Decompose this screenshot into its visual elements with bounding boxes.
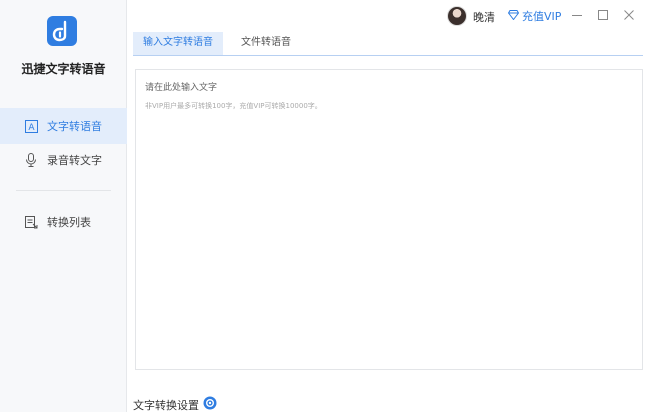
user-name[interactable]: 晚清 <box>473 9 495 25</box>
vip-label: 充值VIP <box>522 10 562 23</box>
conversion-settings-button[interactable]: 文字转换设置 <box>133 396 217 412</box>
tab-text-to-speech[interactable]: 输入文字转语音 <box>133 32 223 55</box>
settings-label: 文字转换设置 <box>133 398 199 412</box>
title-bar: 晚清 充值VIP <box>127 0 645 32</box>
app-logo-icon <box>47 16 77 46</box>
close-icon <box>623 6 635 25</box>
text-a-icon: A <box>24 119 38 133</box>
sidebar: 迅捷文字转语音 A 文字转语音 录音转文字 转换列表 <box>0 0 127 412</box>
diamond-icon <box>507 9 520 23</box>
sidebar-item-label: 录音转文字 <box>47 154 102 167</box>
list-file-icon <box>24 215 38 229</box>
sidebar-item-speech-to-text[interactable]: 录音转文字 <box>0 142 127 178</box>
tab-file-to-speech[interactable]: 文件转语音 <box>231 32 301 55</box>
tab-bar: 输入文字转语音 文件转语音 <box>133 32 643 56</box>
minimize-icon <box>571 6 583 25</box>
text-input-placeholder: 请在此处输入文字 <box>145 83 218 93</box>
maximize-button[interactable] <box>596 8 610 22</box>
char-limit-hint: 非VIP用户最多可转换100字，充值VIP可转换10000字。 <box>145 102 322 110</box>
svg-text:A: A <box>28 123 35 133</box>
recharge-vip-button[interactable]: 充值VIP <box>507 8 562 24</box>
text-input-area[interactable]: 请在此处输入文字 非VIP用户最多可转换100字，充值VIP可转换10000字。 <box>135 69 643 370</box>
microphone-icon <box>24 153 38 167</box>
sidebar-item-conversion-list[interactable]: 转换列表 <box>0 204 127 240</box>
app-name: 迅捷文字转语音 <box>21 62 106 76</box>
maximize-icon <box>597 6 609 25</box>
close-button[interactable] <box>622 8 636 22</box>
sidebar-divider <box>16 190 111 191</box>
avatar[interactable] <box>447 6 467 26</box>
sidebar-item-text-to-speech[interactable]: A 文字转语音 <box>0 108 127 144</box>
sidebar-item-label: 转换列表 <box>47 216 91 229</box>
sidebar-item-label: 文字转语音 <box>47 120 102 133</box>
minimize-button[interactable] <box>570 8 584 22</box>
gear-icon <box>203 396 217 412</box>
